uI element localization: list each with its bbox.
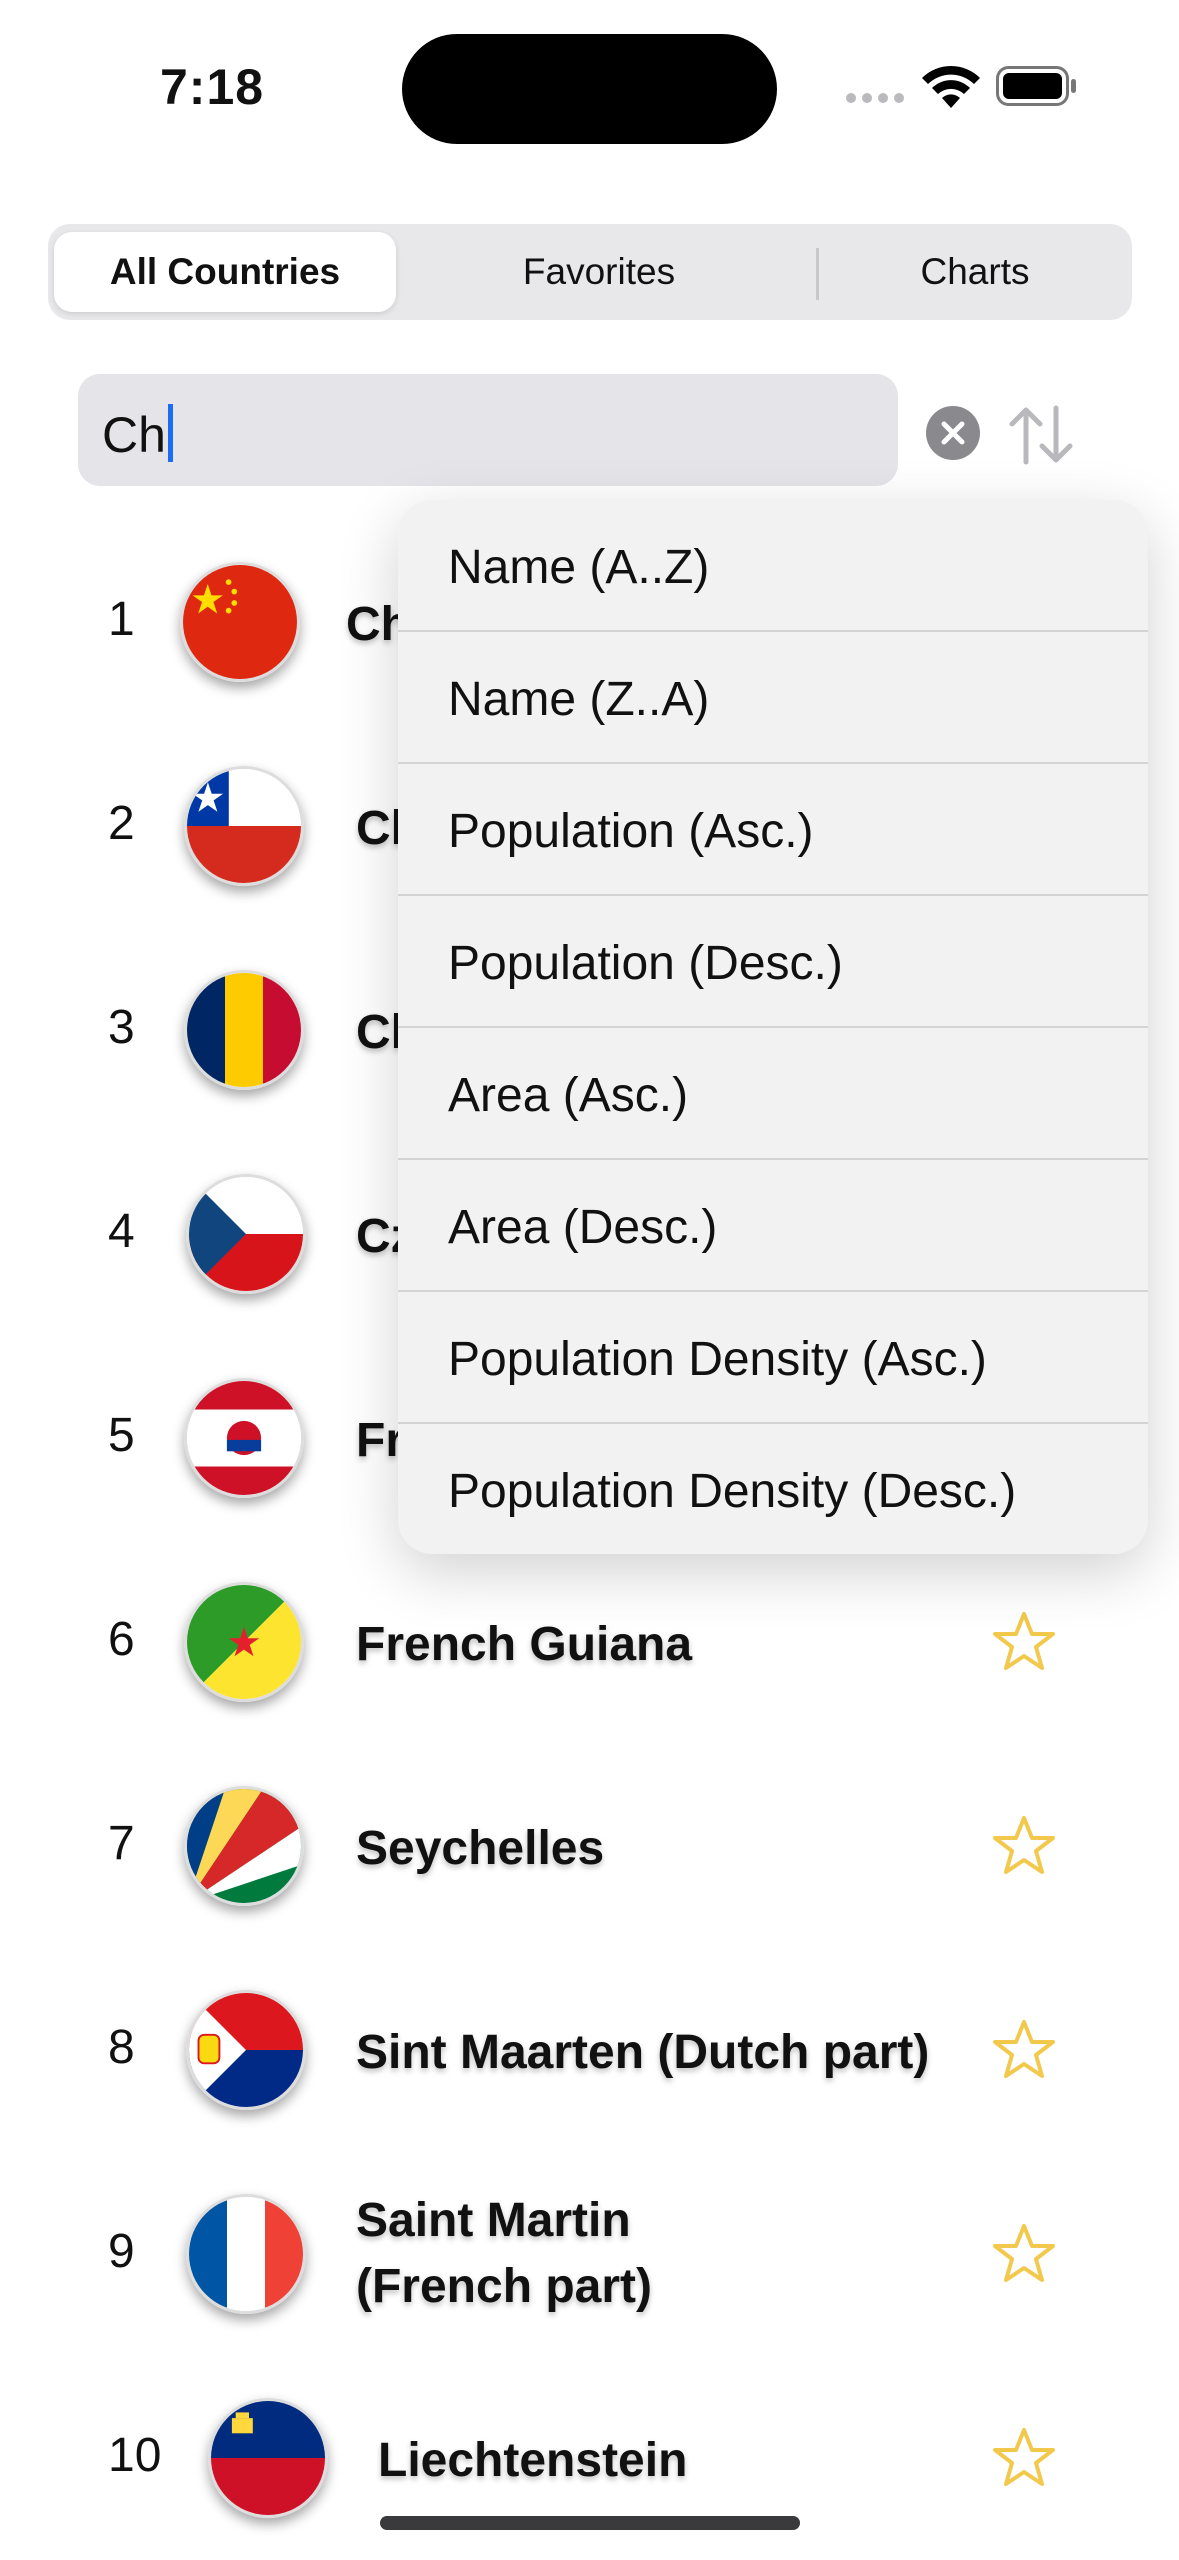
czechia-flag-icon [186, 1174, 306, 1294]
sint-maarten-flag-icon [186, 1990, 306, 2110]
tab-favorites[interactable]: Favorites [414, 232, 784, 312]
rank-number: 10 [108, 2429, 162, 2482]
star-icon[interactable] [992, 1610, 1056, 1674]
battery-icon [996, 66, 1076, 106]
cellular-signal-icon [846, 93, 904, 105]
sort-option-area-desc[interactable]: Area (Desc.) [398, 1160, 1148, 1292]
french-polynesia-flag-icon [184, 1378, 304, 1498]
rank-number: 8 [108, 2021, 135, 2074]
country-name-line-1: Saint Martin [356, 2194, 631, 2247]
sort-option-density-asc[interactable]: Population Density (Asc.) [398, 1292, 1148, 1424]
china-flag-icon [180, 562, 300, 682]
rank-number: 3 [108, 1001, 135, 1054]
sort-option-name-asc[interactable]: Name (A..Z) [398, 500, 1148, 632]
dynamic-island [402, 34, 777, 144]
star-icon[interactable] [992, 2426, 1056, 2490]
star-icon[interactable] [992, 1814, 1056, 1878]
rank-number: 5 [108, 1409, 135, 1462]
menu-item-label: Name (Z..A) [448, 673, 710, 726]
xmark-circle-icon[interactable] [926, 406, 980, 460]
rank-number: 4 [108, 1205, 135, 1258]
country-name: Sint Maarten (Dutch part) [356, 2026, 930, 2079]
rank-number: 6 [108, 1613, 135, 1666]
sort-menu: Name (A..Z) Name (Z..A) Population (Asc.… [398, 500, 1148, 1554]
home-indicator[interactable] [380, 2516, 800, 2530]
menu-item-label: Area (Desc.) [448, 1201, 718, 1254]
country-name-line-2: (French part) [356, 2260, 653, 2313]
text-caret [167, 404, 173, 462]
wifi-icon [922, 65, 980, 108]
list-item[interactable]: 7 Seychelles [0, 1744, 1179, 1948]
country-name: Cl [356, 802, 404, 855]
star-icon[interactable] [992, 2018, 1056, 2082]
tab-bar-segmented-control: All Countries Favorites Charts [48, 224, 1132, 320]
rank-number: 1 [108, 593, 135, 646]
country-name: Fr [356, 1414, 404, 1467]
rank-number: 2 [108, 797, 135, 850]
seychelles-flag-icon [184, 1786, 304, 1906]
sort-option-density-desc[interactable]: Population Density (Desc.) [398, 1424, 1148, 1554]
french-guiana-flag-icon [184, 1582, 304, 1702]
status-time: 7:18 [160, 59, 265, 115]
list-item[interactable]: 8 Sint Maarten (Dutch part) [0, 1948, 1179, 2152]
segment-divider [816, 248, 819, 300]
menu-item-label: Population Density (Asc.) [448, 1333, 987, 1386]
menu-item-label: Population (Desc.) [448, 937, 843, 990]
country-name: Seychelles [356, 1822, 605, 1875]
sort-option-area-asc[interactable]: Area (Asc.) [398, 1028, 1148, 1160]
search-input[interactable]: Ch [78, 374, 898, 486]
arrow-up-arrow-down-icon[interactable] [1006, 404, 1076, 466]
menu-item-label: Area (Asc.) [448, 1069, 689, 1122]
country-name: Cl [356, 1006, 404, 1059]
country-name: Saint Martin (French part) [356, 2188, 652, 2320]
chile-flag-icon [184, 766, 304, 886]
search-input-value: Ch [102, 407, 166, 463]
list-item[interactable]: 9 Saint Martin (French part) [0, 2152, 1179, 2356]
tab-charts[interactable]: Charts [822, 232, 1128, 312]
rank-number: 7 [108, 1817, 135, 1870]
country-name: Liechtenstein [378, 2434, 688, 2487]
menu-item-label: Population Density (Desc.) [448, 1465, 1017, 1518]
tab-all-countries[interactable]: All Countries [54, 232, 396, 312]
list-item[interactable]: 6 French Guiana [0, 1540, 1179, 1744]
sort-option-population-desc[interactable]: Population (Desc.) [398, 896, 1148, 1028]
rank-number: 9 [108, 2225, 135, 2278]
liechtenstein-flag-icon [208, 2398, 328, 2518]
menu-item-label: Population (Asc.) [448, 805, 814, 858]
chad-flag-icon [184, 970, 304, 1090]
country-name: French Guiana [356, 1618, 693, 1671]
saint-martin-flag-icon [186, 2194, 306, 2314]
sort-option-population-asc[interactable]: Population (Asc.) [398, 764, 1148, 896]
menu-item-label: Name (A..Z) [448, 541, 710, 594]
sort-option-name-desc[interactable]: Name (Z..A) [398, 632, 1148, 764]
star-icon[interactable] [992, 2222, 1056, 2286]
